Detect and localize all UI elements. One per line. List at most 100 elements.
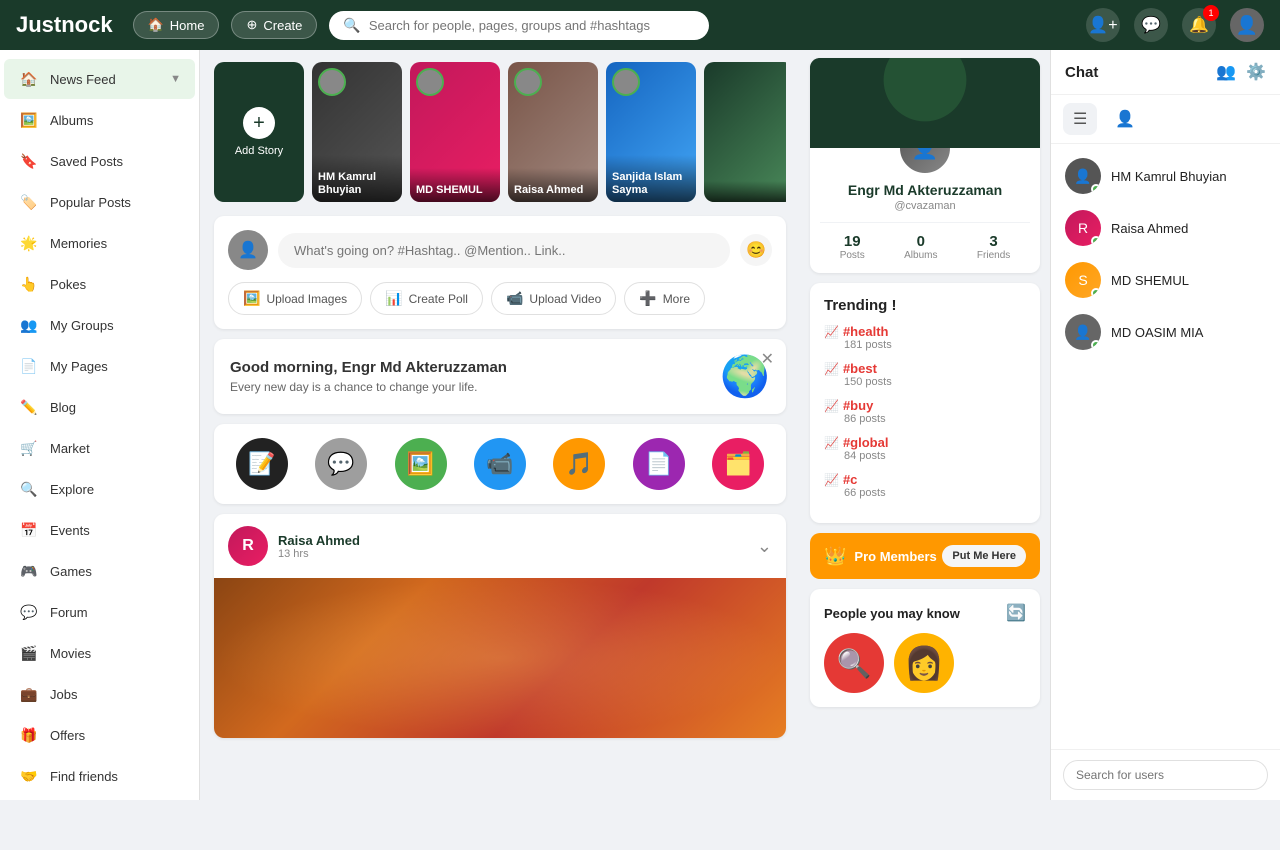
- chat-name-md-oasim: MD OASIM MIA: [1111, 325, 1203, 340]
- sidebar-item-news-feed[interactable]: 🏠 News Feed ▼: [4, 59, 195, 99]
- sidebar-item-forum[interactable]: 💬 Forum: [4, 592, 195, 632]
- file-post-icon: 📄: [645, 451, 672, 477]
- home-button[interactable]: 🏠 Home: [133, 11, 220, 39]
- quote-post-icon: 💬: [327, 451, 354, 477]
- sidebar-item-blog[interactable]: ✏️ Blog: [4, 387, 195, 427]
- notifications-button[interactable]: 🔔 1: [1182, 8, 1216, 42]
- trending-item-global[interactable]: #global 84 posts: [824, 435, 1026, 462]
- feed-post-raisa: R Raisa Ahmed 13 hrs ⌄: [214, 514, 786, 738]
- story-card-sanjida[interactable]: Sanjida Islam Sayma: [606, 62, 696, 202]
- post-type-quote[interactable]: 💬: [315, 438, 367, 490]
- sidebar-item-games[interactable]: 🎮 Games: [4, 551, 195, 591]
- messages-button[interactable]: 💬: [1134, 8, 1168, 42]
- video-post-icon: 📹: [486, 451, 513, 477]
- sidebar-item-my-groups[interactable]: 👥 My Groups: [4, 305, 195, 345]
- post-type-image[interactable]: 🖼️: [395, 438, 447, 490]
- pokes-icon: 👆: [18, 273, 40, 295]
- post-type-music[interactable]: 🎵: [553, 438, 605, 490]
- refresh-button[interactable]: 🔄: [1006, 603, 1026, 623]
- trending-item-best[interactable]: #best 150 posts: [824, 361, 1026, 388]
- right-panel: 👤 Engr Md Akteruzzaman @cvazaman 19 Post…: [800, 50, 1050, 800]
- sidebar-item-saved-posts[interactable]: 🔖 Saved Posts: [4, 141, 195, 181]
- add-story-icon: +: [243, 107, 275, 139]
- add-friend-button[interactable]: 👤+: [1086, 8, 1120, 42]
- search-bar[interactable]: 🔍: [329, 11, 709, 40]
- nav-icons: 👤+ 💬 🔔 1 👤: [1086, 8, 1264, 42]
- post-type-video[interactable]: 📹: [474, 438, 526, 490]
- chat-avatar-md-shemul: S: [1065, 262, 1101, 298]
- market-icon: 🛒: [18, 437, 40, 459]
- post-types-row: 📝 💬 🖼️ 📹 🎵 📄 🗂️: [214, 424, 786, 504]
- trending-item-c[interactable]: #c 66 posts: [824, 472, 1026, 499]
- my-groups-icon: 👥: [18, 314, 40, 336]
- people-you-may-know: People you may know 🔄 🔍 👩: [810, 589, 1040, 707]
- sidebar-item-movies[interactable]: 🎬 Movies: [4, 633, 195, 673]
- search-input[interactable]: [369, 18, 696, 33]
- story-card-md-shemul[interactable]: MD SHEMUL: [410, 62, 500, 202]
- post-type-gallery[interactable]: 🗂️: [712, 438, 764, 490]
- story-card-raisa-ahmed[interactable]: Raisa Ahmed: [508, 62, 598, 202]
- sidebar-item-explore[interactable]: 🔍 Explore: [4, 469, 195, 509]
- story-row: + Add Story HM Kamrul Bhuyian MD SHEMUL …: [214, 62, 786, 206]
- post-type-text[interactable]: 📝: [236, 438, 288, 490]
- image-post-icon: 🖼️: [407, 451, 434, 477]
- post-type-file[interactable]: 📄: [633, 438, 685, 490]
- settings-icon[interactable]: ⚙️: [1246, 62, 1266, 82]
- chat-search-input[interactable]: [1063, 760, 1268, 790]
- add-story-card[interactable]: + Add Story: [214, 62, 304, 202]
- chat-title: Chat: [1065, 64, 1098, 81]
- chat-name-md-shemul: MD SHEMUL: [1111, 273, 1189, 288]
- chat-item-hm-kamrul[interactable]: 👤 HM Kamrul Bhuyian: [1051, 150, 1280, 202]
- sidebar-item-albums[interactable]: 🖼️ Albums: [4, 100, 195, 140]
- sidebar-item-popular-posts[interactable]: 🏷️ Popular Posts: [4, 182, 195, 222]
- person-card-1[interactable]: 🔍: [824, 633, 884, 693]
- sidebar: 🏠 News Feed ▼ 🖼️ Albums 🔖 Saved Posts 🏷️…: [0, 50, 200, 800]
- trending-tag-c: #c: [824, 472, 1026, 487]
- music-post-icon: 🎵: [566, 451, 593, 477]
- events-icon: 📅: [18, 519, 40, 541]
- greeting-card: Good morning, Engr Md Akteruzzaman Every…: [214, 339, 786, 414]
- close-button[interactable]: ✕: [761, 349, 774, 369]
- chat-item-md-shemul[interactable]: S MD SHEMUL: [1051, 254, 1280, 306]
- post-actions: 🖼️ Upload Images 📊 Create Poll 📹 Upload …: [228, 282, 772, 315]
- add-contact-icon[interactable]: 👥: [1216, 62, 1236, 82]
- offers-icon: 🎁: [18, 724, 40, 746]
- stat-posts: 19 Posts: [840, 233, 865, 261]
- upload-images-button[interactable]: 🖼️ Upload Images: [228, 282, 362, 315]
- sidebar-item-pokes[interactable]: 👆 Pokes: [4, 264, 195, 304]
- chat-name-hm-kamrul: HM Kamrul Bhuyian: [1111, 169, 1227, 184]
- chat-item-raisa-ahmed[interactable]: R Raisa Ahmed: [1051, 202, 1280, 254]
- trending-item-buy[interactable]: #buy 86 posts: [824, 398, 1026, 425]
- user-avatar-nav[interactable]: 👤: [1230, 8, 1264, 42]
- pro-members-card[interactable]: 👑 Pro Members Put Me Here: [810, 533, 1040, 579]
- post-box-top: 👤 😊: [228, 230, 772, 270]
- sidebar-item-find-friends[interactable]: 🤝 Find friends: [4, 756, 195, 796]
- sidebar-item-events[interactable]: 📅 Events: [4, 510, 195, 550]
- sidebar-item-offers[interactable]: 🎁 Offers: [4, 715, 195, 755]
- person-avatar-2: 👩: [894, 633, 954, 693]
- chat-avatar-raisa-ahmed: R: [1065, 210, 1101, 246]
- tab-contacts[interactable]: 👤: [1105, 103, 1145, 135]
- emoji-button[interactable]: 😊: [740, 234, 772, 266]
- sidebar-item-market[interactable]: 🛒 Market: [4, 428, 195, 468]
- home-icon: 🏠: [148, 17, 164, 33]
- feed-post-menu-button[interactable]: ⌄: [757, 536, 772, 557]
- create-poll-button[interactable]: 📊 Create Poll: [370, 282, 483, 315]
- put-me-here-button[interactable]: Put Me Here: [942, 545, 1026, 567]
- upload-video-button[interactable]: 📹 Upload Video: [491, 282, 616, 315]
- chat-item-md-oasim[interactable]: 👤 MD OASIM MIA: [1051, 306, 1280, 358]
- feed-post-avatar-raisa: R: [228, 526, 268, 566]
- story-card-hm-kamrul[interactable]: HM Kamrul Bhuyian: [312, 62, 402, 202]
- trending-item-health[interactable]: #health 181 posts: [824, 324, 1026, 351]
- story-card-cover[interactable]: [704, 62, 786, 202]
- crown-icon: 👑: [824, 546, 846, 567]
- sidebar-item-my-pages[interactable]: 📄 My Pages: [4, 346, 195, 386]
- post-input[interactable]: [278, 233, 730, 268]
- sidebar-item-memories[interactable]: 🌟 Memories: [4, 223, 195, 263]
- person-card-2[interactable]: 👩: [894, 633, 954, 693]
- emoji-icon: 😊: [746, 240, 766, 260]
- create-button[interactable]: ⊕ Create: [231, 11, 317, 39]
- sidebar-item-jobs[interactable]: 💼 Jobs: [4, 674, 195, 714]
- tab-messages[interactable]: ☰: [1063, 103, 1097, 135]
- more-button[interactable]: ➕ More: [624, 282, 705, 315]
